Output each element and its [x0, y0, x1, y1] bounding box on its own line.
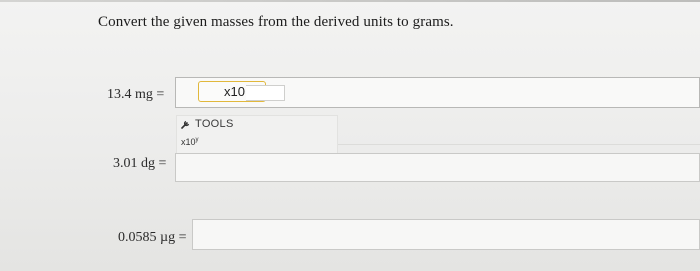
row-label-dg: 3.01 dg = — [113, 156, 167, 171]
tools-title: TOOLS — [195, 118, 234, 130]
x10-tool-button[interactable]: x10y — [178, 136, 202, 148]
top-border — [0, 0, 700, 2]
x10-label: x10 — [224, 84, 245, 99]
question-instructions: Convert the given masses from the derive… — [98, 14, 454, 30]
x10-input-box[interactable]: x10 — [198, 81, 285, 102]
x10-tool-exponent: y — [195, 137, 199, 143]
answer-field-dg[interactable] — [175, 153, 700, 182]
answer-field-ug[interactable] — [192, 219, 700, 250]
row-label-ug: 0.0585 µg = — [118, 230, 187, 245]
wrench-icon — [181, 120, 190, 129]
tools-header[interactable]: TOOLS — [181, 118, 234, 130]
tools-panel: TOOLS x10y — [176, 115, 338, 155]
answer-field-mg[interactable]: x10 — [175, 77, 700, 108]
exponent-entry[interactable] — [246, 85, 285, 101]
row-label-mg: 13.4 mg = — [107, 87, 165, 102]
x10-tool-label: x10 — [181, 137, 196, 147]
divider-line — [338, 144, 700, 145]
